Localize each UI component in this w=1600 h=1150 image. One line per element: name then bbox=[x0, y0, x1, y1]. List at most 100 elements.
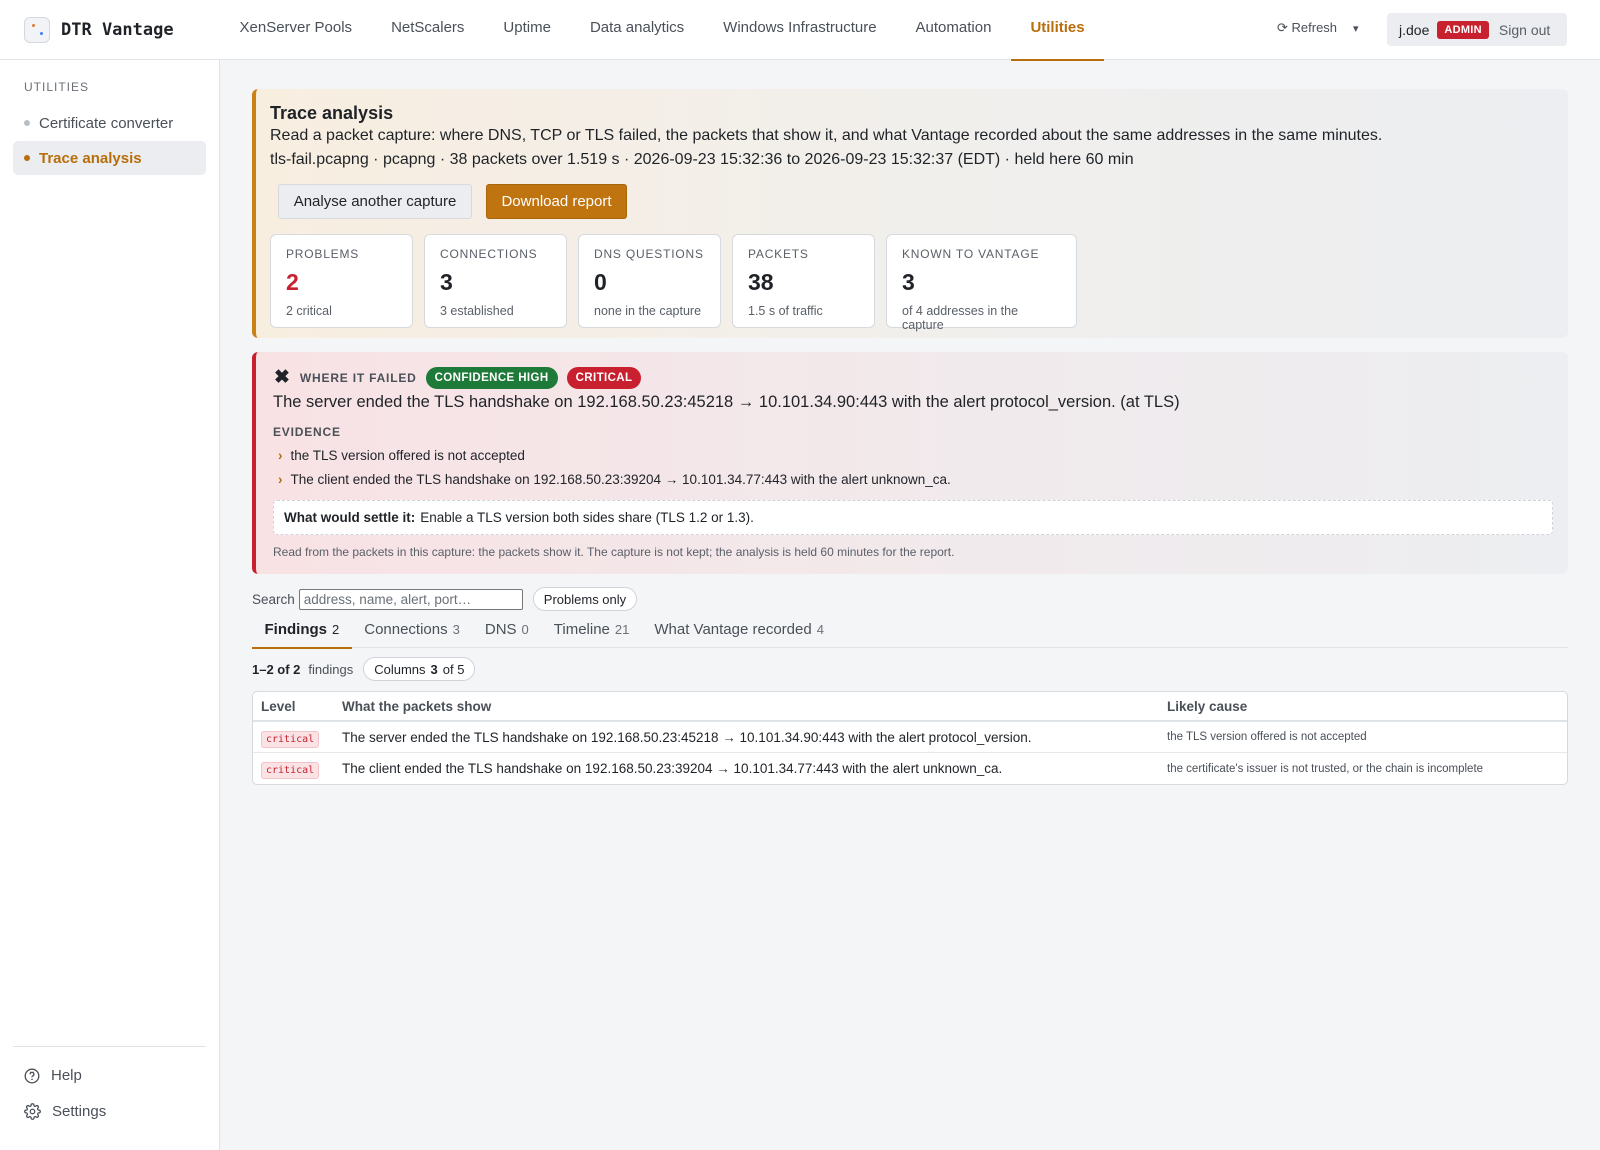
columns-label: Columns bbox=[374, 661, 426, 677]
app-name: DTR Vantage bbox=[61, 19, 174, 40]
evidence-heading: EVIDENCE bbox=[273, 425, 341, 439]
stat-problems: PROBLEMS 2 2 critical bbox=[270, 234, 413, 328]
likely-cause-cell: the TLS version offered is not accepted bbox=[1167, 731, 1367, 743]
chevron-right-icon: › bbox=[278, 448, 283, 463]
stat-subtext: none in the capture bbox=[594, 304, 702, 318]
search-input[interactable] bbox=[298, 588, 523, 610]
level-badge: critical bbox=[261, 730, 320, 748]
help-link[interactable]: Help bbox=[24, 1067, 82, 1084]
tab-count: 0 bbox=[521, 622, 529, 637]
level-cell: critical bbox=[253, 761, 342, 779]
failure-statement: The server ended the TLS handshake on 19… bbox=[273, 393, 1180, 411]
sidebar-heading: UTILITIES bbox=[24, 80, 90, 94]
tab-count: 2 bbox=[332, 622, 340, 637]
findings-range: 1–2 of 2 bbox=[252, 661, 301, 677]
columns-total: of 5 bbox=[442, 661, 465, 677]
username: j.doe bbox=[1399, 21, 1430, 38]
tab-count: 4 bbox=[816, 622, 824, 637]
stat-label: PROBLEMS bbox=[286, 247, 360, 261]
stat-value: 0 bbox=[594, 269, 607, 295]
packets-show-cell: The client ended the TLS handshake on 19… bbox=[342, 761, 1003, 776]
failure-note: Read from the packets in this capture: t… bbox=[273, 545, 955, 559]
brand[interactable]: DTR Vantage bbox=[24, 16, 220, 43]
stat-subtext: 1.5 s of traffic bbox=[748, 304, 823, 318]
stat-dns-questions: DNS QUESTIONS 0 none in the capture bbox=[578, 234, 721, 328]
evidence-item: › The client ended the TLS handshake on 1… bbox=[278, 472, 951, 487]
column-header-what-the-packets-show[interactable]: What the packets show bbox=[342, 699, 1167, 714]
column-header-likely-cause[interactable]: Likely cause bbox=[1167, 699, 1567, 714]
stat-value: 3 bbox=[440, 269, 453, 295]
download-report-button[interactable]: Download report bbox=[486, 184, 627, 219]
stat-value: 3 bbox=[902, 269, 915, 295]
refresh-control: ⟳ Refresh ▾ bbox=[1277, 20, 1359, 36]
stat-label: PACKETS bbox=[748, 247, 809, 261]
stat-subtext: 3 established bbox=[440, 304, 514, 318]
sign-out-link[interactable]: Sign out bbox=[1499, 22, 1550, 38]
sidebar-divider bbox=[13, 1046, 206, 1047]
chevron-right-icon: › bbox=[278, 472, 283, 487]
refresh-button[interactable]: ⟳ Refresh bbox=[1277, 20, 1337, 36]
settings-label: Settings bbox=[52, 1103, 107, 1120]
settle-box: What would settle it: Enable a TLS versi… bbox=[273, 500, 1553, 535]
search-label: Search bbox=[252, 591, 295, 607]
stat-known-to-vantage: KNOWN TO VANTAGE 3 of 4 addresses in the… bbox=[886, 234, 1077, 332]
tab-count: 3 bbox=[452, 622, 460, 637]
column-header-level[interactable]: Level bbox=[253, 699, 342, 714]
table-header: Level What the packets show Likely cause bbox=[253, 692, 1567, 722]
evidence-text: The client ended the TLS handshake on 19… bbox=[290, 472, 951, 487]
sidebar-item-trace-analysis[interactable]: Trace analysis bbox=[13, 141, 206, 175]
stat-value: 2 bbox=[286, 269, 299, 295]
nav-netscalers[interactable]: NetScalers bbox=[372, 0, 484, 60]
level-cell: critical bbox=[253, 730, 342, 748]
tab-count: 21 bbox=[614, 622, 630, 637]
failure-x-icon: ✖ bbox=[274, 367, 290, 388]
severity-badge: CRITICAL bbox=[566, 366, 642, 389]
settings-link[interactable]: Settings bbox=[24, 1103, 106, 1120]
user-menu: j.doe ADMIN Sign out bbox=[1387, 13, 1567, 46]
confidence-badge: CONFIDENCE HIGH bbox=[425, 366, 558, 389]
gear-icon bbox=[24, 1103, 41, 1120]
help-label: Help bbox=[51, 1067, 82, 1084]
tab-label: Connections bbox=[364, 621, 448, 638]
failure-heading: WHERE IT FAILED bbox=[299, 370, 417, 385]
evidence-text: the TLS version offered is not accepted bbox=[290, 448, 525, 463]
stat-label: KNOWN TO VANTAGE bbox=[902, 247, 1040, 261]
likely-cause-cell: the certificate's issuer is not trusted,… bbox=[1167, 762, 1484, 775]
bullet-dot-icon bbox=[24, 155, 30, 161]
tab-connections[interactable]: Connections 3 bbox=[352, 611, 473, 648]
nav-data-analytics[interactable]: Data analytics bbox=[570, 0, 703, 60]
columns-picker-button[interactable]: Columns 3 of 5 bbox=[363, 657, 476, 681]
settle-label: What would settle it: bbox=[284, 510, 416, 525]
main-content: Trace analysis Read a packet capture: wh… bbox=[220, 60, 1600, 1150]
search-row: Search Problems only bbox=[252, 587, 638, 611]
page-description: Read a packet capture: where DNS, TCP or… bbox=[270, 127, 1383, 144]
tab-findings[interactable]: Findings 2 bbox=[252, 611, 352, 649]
nav-uptime[interactable]: Uptime bbox=[484, 0, 571, 60]
page-title: Trace analysis bbox=[270, 103, 394, 123]
evidence-item: › the TLS version offered is not accepted bbox=[278, 448, 525, 463]
bullet-dot-icon bbox=[24, 120, 30, 126]
sidebar-item-certificate-converter[interactable]: Certificate converter bbox=[13, 106, 206, 140]
level-badge: critical bbox=[261, 762, 320, 779]
findings-count-row: 1–2 of 2 findings Columns 3 of 5 bbox=[252, 657, 476, 681]
tab-what-vantage-recorded[interactable]: What Vantage recorded 4 bbox=[642, 611, 837, 648]
role-badge: ADMIN bbox=[1437, 20, 1489, 39]
tab-dns[interactable]: DNS 0 bbox=[472, 611, 541, 648]
table-row[interactable]: critical The client ended the TLS handsh… bbox=[253, 753, 1567, 784]
nav-windows-infrastructure[interactable]: Windows Infrastructure bbox=[704, 0, 896, 60]
table-row[interactable]: critical The server ended the TLS handsh… bbox=[253, 722, 1567, 753]
tab-timeline[interactable]: Timeline 21 bbox=[541, 611, 642, 648]
app-logo-icon bbox=[24, 16, 50, 43]
problems-only-toggle[interactable]: Problems only bbox=[532, 587, 638, 611]
tab-label: Timeline bbox=[553, 621, 610, 638]
nav-automation[interactable]: Automation bbox=[896, 0, 1011, 60]
failure-panel: ✖ WHERE IT FAILED CONFIDENCE HIGH CRITIC… bbox=[252, 352, 1568, 574]
stat-label: DNS QUESTIONS bbox=[594, 247, 704, 261]
nav-utilities[interactable]: Utilities bbox=[1010, 0, 1105, 61]
stat-value: 38 bbox=[748, 269, 774, 295]
tab-label: DNS bbox=[484, 621, 517, 638]
trace-summary-panel: Trace analysis Read a packet capture: wh… bbox=[252, 89, 1568, 338]
nav-xenserver-pools[interactable]: XenServer Pools bbox=[220, 0, 372, 60]
analyse-another-capture-button[interactable]: Analyse another capture bbox=[278, 184, 472, 219]
refresh-interval-dropdown-icon[interactable]: ▾ bbox=[1353, 22, 1359, 35]
